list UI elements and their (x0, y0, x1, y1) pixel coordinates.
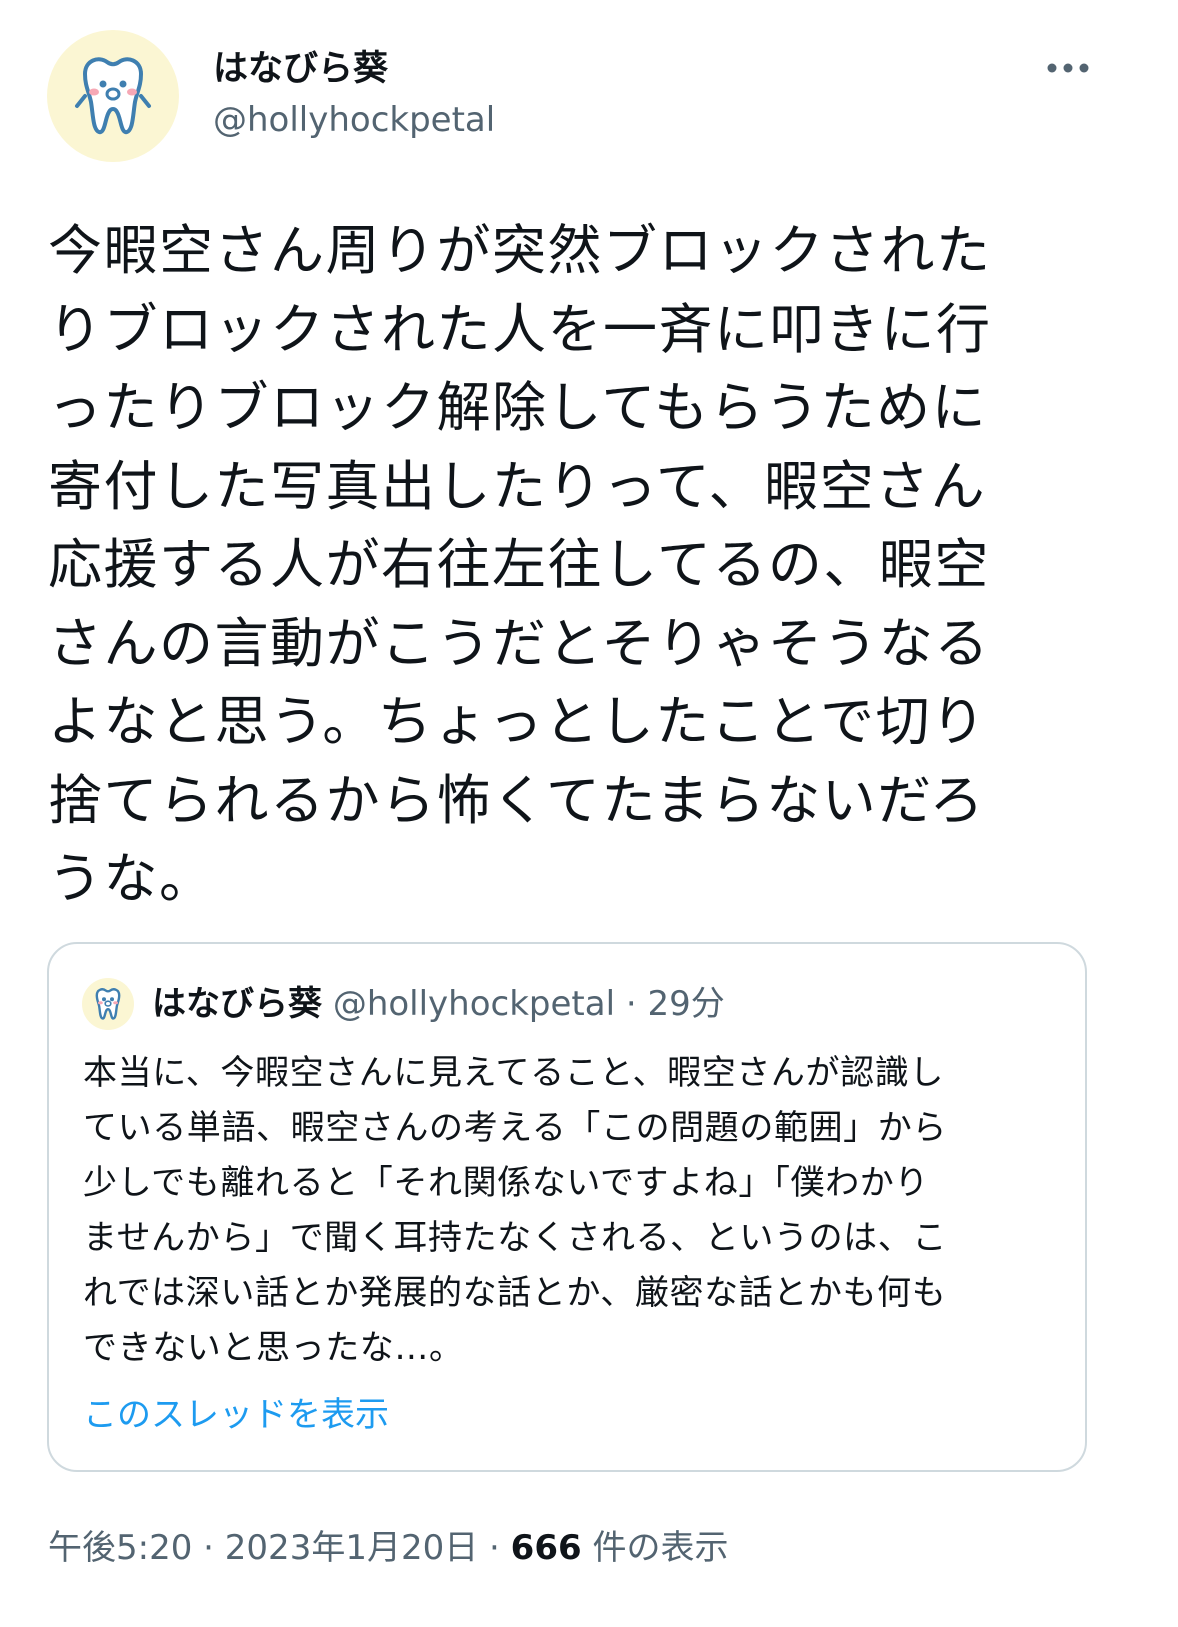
tweet-time[interactable]: 午後5:20 (48, 1528, 192, 1568)
tweet-text-line: 応援する人が右往左往してるの、暇空 (48, 533, 990, 596)
show-thread-link[interactable]: このスレッドを表示 (83, 1387, 389, 1436)
tooth-mascot-icon (95, 988, 121, 1020)
more-options-button[interactable] (1038, 48, 1098, 88)
tweet-text-line: ったりブロック解除してもらうために (48, 376, 988, 439)
tweet-date[interactable]: 2023年1月20日 (225, 1528, 478, 1568)
more-dots-icon (1047, 63, 1089, 73)
quoted-tweet-text: 本当に、今暇空さんに見えてること、暇空さんが認識し ている単語、暇空さんの考える… (83, 1046, 1073, 1376)
quoted-tweet-card[interactable]: はなびら葵 @hollyhockpetal · 29分 本当に、今暇空さんに見え… (47, 942, 1087, 1472)
tweet-metadata: 午後5:20 · 2023年1月20日 · 666 件の表示 (48, 1520, 728, 1569)
views-label: 件の表示 (592, 1528, 729, 1568)
tweet-text-line: 今暇空さん周りが突然ブロックされた (48, 219, 992, 282)
quoted-author-handle[interactable]: @hollyhockpetal (333, 984, 615, 1024)
author-avatar[interactable] (47, 30, 179, 162)
separator-dot: · (625, 984, 637, 1024)
quoted-author-avatar[interactable] (82, 978, 134, 1030)
tweet-text-line: さんの言動がこうだとそりゃそうなる (48, 611, 990, 675)
quoted-text-line: ませんから」で聞く耳持たなくされる、というのは、こ (83, 1218, 947, 1258)
quoted-author-name[interactable]: はなびら葵 (152, 984, 322, 1024)
author-display-name[interactable]: はなびら葵 (213, 40, 388, 91)
tweet-text: 今暇空さん周りが突然ブロックされた りブロックされた人を一斉に叩きに行 ったりブ… (48, 212, 1068, 919)
quoted-text-line: できないと思ったな…。 (83, 1328, 464, 1368)
author-handle[interactable]: @hollyhockpetal (213, 100, 495, 140)
tweet-text-line: 捨てられるから怖くてたまらないだろ (48, 768, 986, 832)
quoted-text-line: 少しでも離れると「それ関係ないですよね」「僕わかり (83, 1163, 929, 1203)
tweet-text-line: 寄付した写真出したりって、暇空さん (48, 454, 987, 518)
quoted-text-line: 本当に、今暇空さんに見えてること、暇空さんが認識し (83, 1053, 944, 1093)
tweet-text-line: よなと思う。ちょっとしたことで切り (48, 690, 987, 753)
views-count: 666 (510, 1528, 582, 1568)
tweet-text-line: うな。 (48, 847, 215, 910)
separator-dot: · (203, 1528, 214, 1568)
tooth-mascot-icon (75, 57, 151, 135)
quoted-tweet-header: はなびら葵 @hollyhockpetal · 29分 (152, 982, 725, 1026)
separator-dot: · (489, 1528, 500, 1568)
quoted-text-line: れでは深い話とか発展的な話とか、厳密な話とかも何も (83, 1273, 947, 1313)
tweet-text-line: りブロックされた人を一斉に叩きに行 (48, 297, 992, 361)
quoted-tweet-time[interactable]: 29分 (647, 984, 724, 1024)
quoted-text-line: ている単語、暇空さんの考える「この問題の範囲」から (83, 1108, 947, 1148)
